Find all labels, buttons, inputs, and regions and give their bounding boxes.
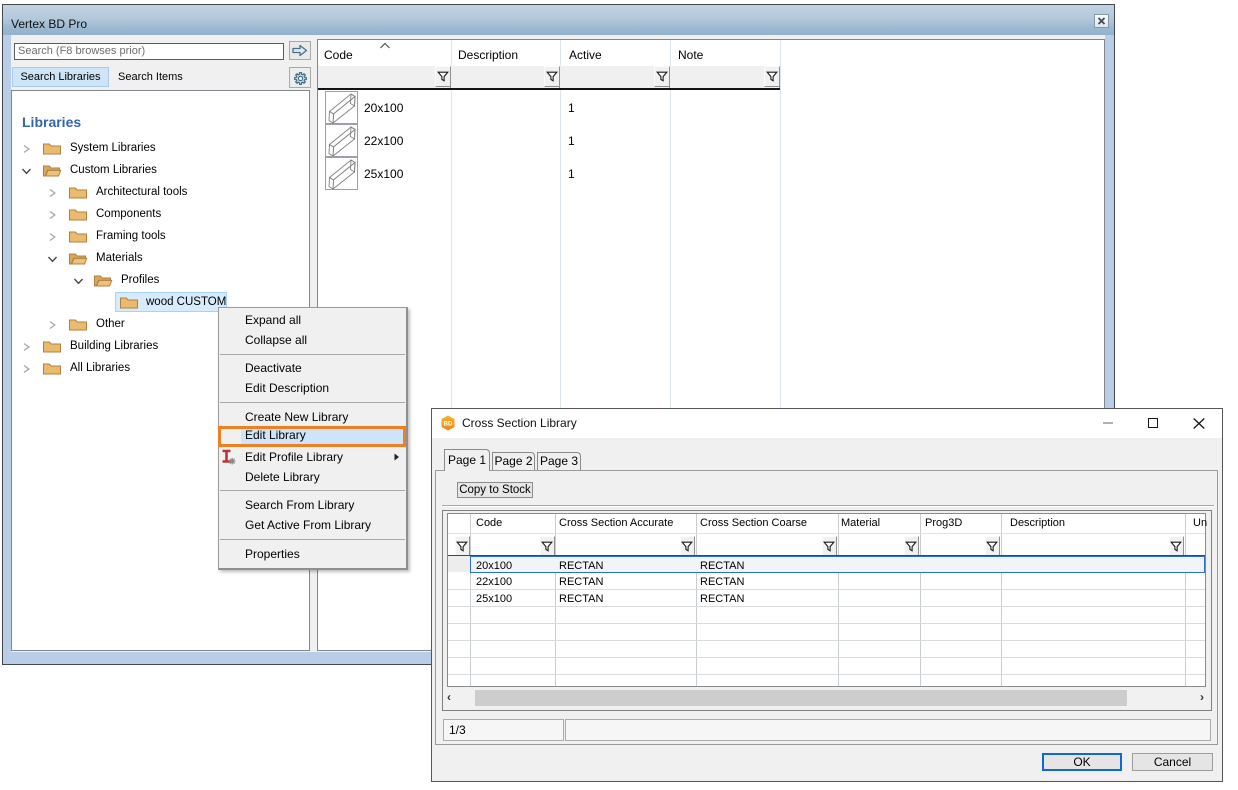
svg-text:BD: BD bbox=[444, 420, 453, 427]
